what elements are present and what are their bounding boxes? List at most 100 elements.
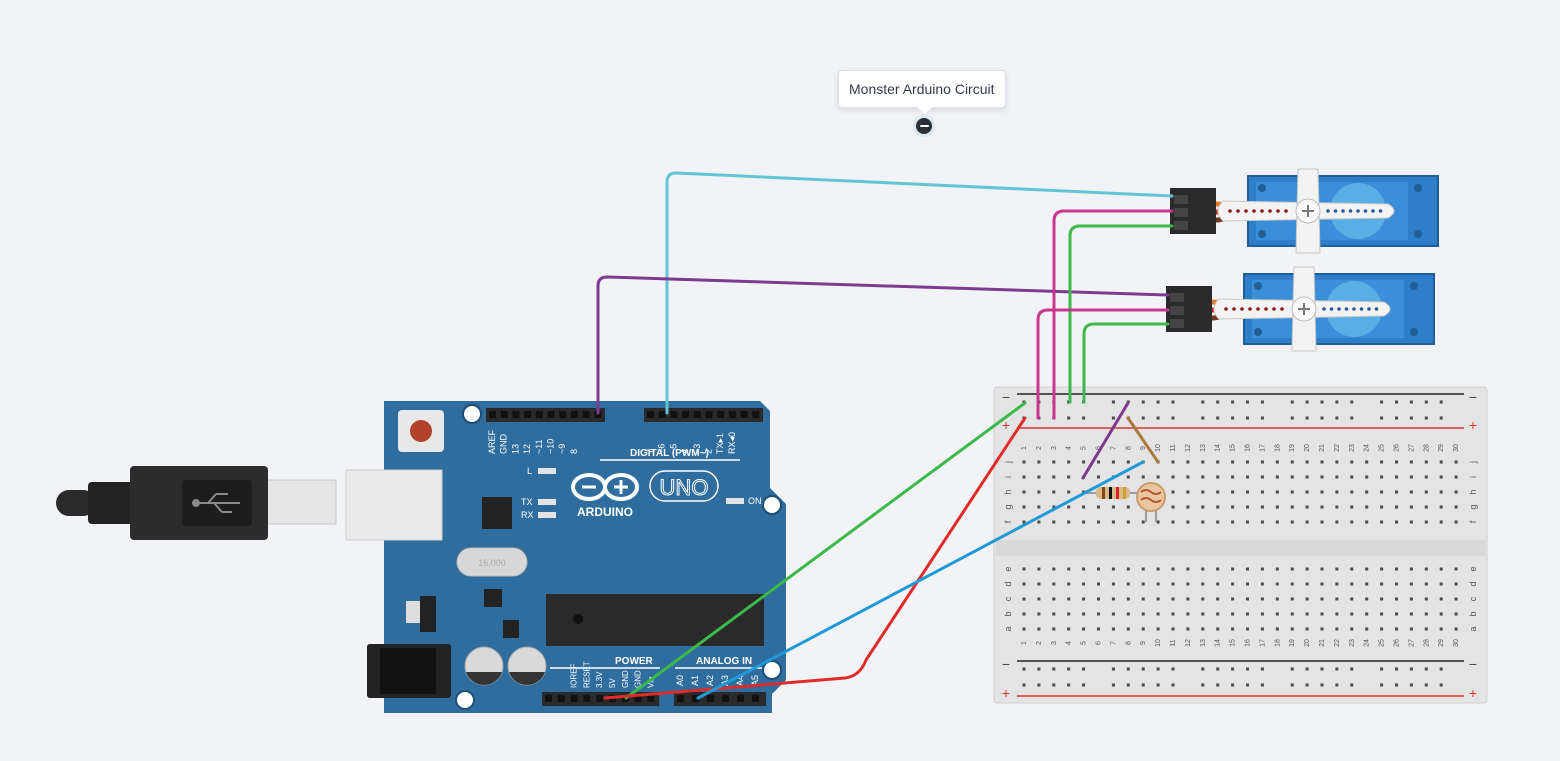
breadboard-hole[interactable] bbox=[1395, 597, 1398, 601]
breadboard-hole[interactable] bbox=[1260, 490, 1264, 494]
breadboard-hole[interactable] bbox=[1111, 460, 1115, 464]
breadboard-hole[interactable] bbox=[1320, 400, 1324, 404]
breadboard-hole[interactable] bbox=[1335, 683, 1339, 687]
pin-socket[interactable] bbox=[647, 411, 654, 418]
breadboard-hole[interactable] bbox=[1305, 582, 1309, 586]
pin-socket[interactable] bbox=[647, 695, 655, 702]
breadboard-hole[interactable] bbox=[1380, 475, 1384, 479]
breadboard-hole[interactable] bbox=[1037, 627, 1041, 631]
breadboard-hole[interactable] bbox=[1290, 567, 1294, 571]
breadboard-hole[interactable] bbox=[1082, 567, 1086, 571]
breadboard-hole[interactable] bbox=[1037, 683, 1041, 687]
breadboard-hole[interactable] bbox=[1275, 520, 1279, 524]
breadboard-hole[interactable] bbox=[1171, 597, 1175, 601]
breadboard-hole[interactable] bbox=[1022, 460, 1026, 464]
breadboard-hole[interactable] bbox=[1216, 612, 1220, 616]
breadboard-hole[interactable] bbox=[1380, 683, 1384, 687]
breadboard-hole[interactable] bbox=[1380, 400, 1384, 404]
breadboard-hole[interactable] bbox=[1335, 400, 1339, 404]
breadboard-hole[interactable] bbox=[1037, 490, 1041, 494]
breadboard-hole[interactable] bbox=[1424, 582, 1428, 586]
breadboard-hole[interactable] bbox=[1216, 505, 1220, 509]
breadboard-hole[interactable] bbox=[1111, 612, 1115, 616]
breadboard-hole[interactable] bbox=[1201, 505, 1205, 509]
breadboard-hole[interactable] bbox=[1186, 612, 1190, 616]
breadboard-hole[interactable] bbox=[1067, 667, 1071, 671]
breadboard-hole[interactable] bbox=[1097, 612, 1100, 616]
breadboard-hole[interactable] bbox=[1439, 667, 1443, 671]
breadboard-hole[interactable] bbox=[1141, 475, 1145, 479]
breadboard-hole[interactable] bbox=[1320, 597, 1324, 601]
breadboard-hole[interactable] bbox=[1201, 460, 1205, 464]
breadboard-hole[interactable] bbox=[1156, 567, 1160, 571]
breadboard-hole[interactable] bbox=[1350, 627, 1354, 631]
breadboard-hole[interactable] bbox=[1052, 597, 1056, 601]
breadboard-hole[interactable] bbox=[1439, 490, 1443, 494]
breadboard-hole[interactable] bbox=[1409, 460, 1413, 464]
breadboard-hole[interactable] bbox=[1022, 567, 1026, 571]
breadboard-hole[interactable] bbox=[1111, 683, 1115, 687]
breadboard-hole[interactable] bbox=[1082, 460, 1086, 464]
breadboard-hole[interactable] bbox=[1290, 460, 1294, 464]
breadboard-hole[interactable] bbox=[1439, 520, 1443, 524]
breadboard-hole[interactable] bbox=[1290, 582, 1294, 586]
breadboard-hole[interactable] bbox=[1111, 520, 1115, 524]
breadboard-hole[interactable] bbox=[1350, 597, 1354, 601]
breadboard-hole[interactable] bbox=[1439, 416, 1443, 420]
breadboard-hole[interactable] bbox=[1409, 490, 1413, 494]
breadboard-hole[interactable] bbox=[1424, 683, 1428, 687]
breadboard-hole[interactable] bbox=[1320, 520, 1324, 524]
breadboard-hole[interactable] bbox=[1111, 567, 1115, 571]
breadboard-hole[interactable] bbox=[1320, 582, 1324, 586]
breadboard-hole[interactable] bbox=[1260, 567, 1264, 571]
breadboard-hole[interactable] bbox=[1409, 597, 1413, 601]
breadboard-hole[interactable] bbox=[1275, 612, 1279, 616]
breadboard-hole[interactable] bbox=[1290, 505, 1294, 509]
breadboard-hole[interactable] bbox=[1395, 505, 1398, 509]
breadboard-hole[interactable] bbox=[1231, 416, 1235, 420]
breadboard-hole[interactable] bbox=[1141, 612, 1145, 616]
breadboard-hole[interactable] bbox=[1380, 567, 1384, 571]
breadboard-hole[interactable] bbox=[1454, 490, 1458, 494]
breadboard-hole[interactable] bbox=[1439, 460, 1443, 464]
breadboard-hole[interactable] bbox=[1216, 667, 1220, 671]
breadboard-hole[interactable] bbox=[1126, 667, 1130, 671]
breadboard-hole[interactable] bbox=[1171, 582, 1175, 586]
breadboard-hole[interactable] bbox=[1246, 597, 1249, 601]
breadboard-hole[interactable] bbox=[1260, 505, 1264, 509]
breadboard-hole[interactable] bbox=[1082, 416, 1086, 420]
breadboard-hole[interactable] bbox=[1037, 475, 1041, 479]
breadboard-hole[interactable] bbox=[1171, 460, 1175, 464]
breadboard-hole[interactable] bbox=[1082, 612, 1086, 616]
breadboard-hole[interactable] bbox=[1216, 416, 1220, 420]
breadboard-hole[interactable] bbox=[1454, 582, 1458, 586]
breadboard-hole[interactable] bbox=[1305, 597, 1309, 601]
breadboard-hole[interactable] bbox=[1395, 475, 1398, 479]
breadboard-hole[interactable] bbox=[1201, 582, 1205, 586]
breadboard-hole[interactable] bbox=[1409, 400, 1413, 404]
breadboard-hole[interactable] bbox=[1305, 627, 1309, 631]
breadboard-hole[interactable] bbox=[1335, 520, 1339, 524]
breadboard-hole[interactable] bbox=[1320, 627, 1324, 631]
breadboard-hole[interactable] bbox=[1365, 460, 1369, 464]
breadboard-hole[interactable] bbox=[1246, 416, 1249, 420]
breadboard-hole[interactable] bbox=[1216, 582, 1220, 586]
breadboard-hole[interactable] bbox=[1305, 475, 1309, 479]
breadboard-hole[interactable] bbox=[1439, 597, 1443, 601]
breadboard-hole[interactable] bbox=[1380, 505, 1384, 509]
breadboard-hole[interactable] bbox=[1111, 627, 1115, 631]
breadboard-hole[interactable] bbox=[1409, 582, 1413, 586]
breadboard-hole[interactable] bbox=[1052, 582, 1056, 586]
breadboard-hole[interactable] bbox=[1067, 416, 1071, 420]
breadboard-hole[interactable] bbox=[1409, 612, 1413, 616]
breadboard-hole[interactable] bbox=[1246, 490, 1249, 494]
breadboard-hole[interactable] bbox=[1290, 667, 1294, 671]
breadboard-hole[interactable] bbox=[1201, 416, 1205, 420]
pin-socket[interactable] bbox=[728, 411, 736, 418]
breadboard-hole[interactable] bbox=[1350, 612, 1354, 616]
breadboard-hole[interactable] bbox=[1454, 597, 1458, 601]
circuit-canvas[interactable]: 16.000 L TX RX ON ARDUINO UNO DIGITAL (P… bbox=[0, 0, 1560, 761]
breadboard-hole[interactable] bbox=[1141, 667, 1145, 671]
breadboard-hole[interactable] bbox=[1305, 400, 1309, 404]
breadboard-hole[interactable] bbox=[1260, 400, 1264, 404]
